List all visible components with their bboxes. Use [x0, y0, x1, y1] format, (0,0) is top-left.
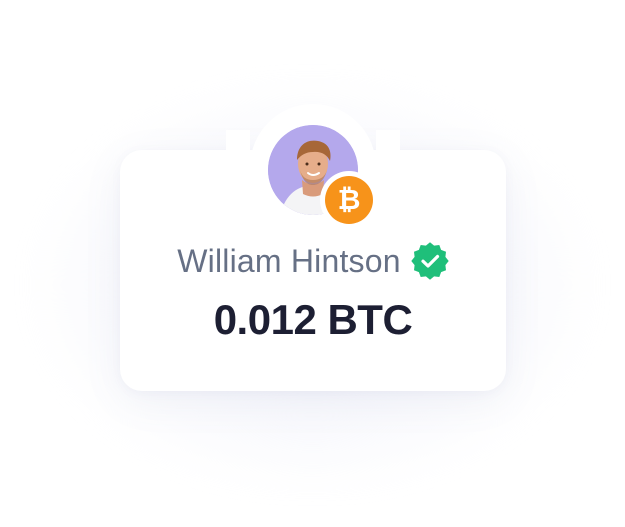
name-row: William Hintson: [120, 242, 506, 280]
user-name: William Hintson: [177, 243, 401, 279]
profile-card-stage: ₿ William Hintson 0.012 BTC: [0, 0, 625, 527]
bitcoin-icon: ₿: [325, 176, 373, 224]
card-top-shoulder-left: [226, 130, 250, 150]
bitcoin-badge: ₿: [320, 171, 378, 229]
card-top-shoulder-right: [376, 130, 400, 150]
verified-badge-icon: [411, 242, 449, 280]
btc-amount: 0.012 BTC: [213, 296, 413, 343]
